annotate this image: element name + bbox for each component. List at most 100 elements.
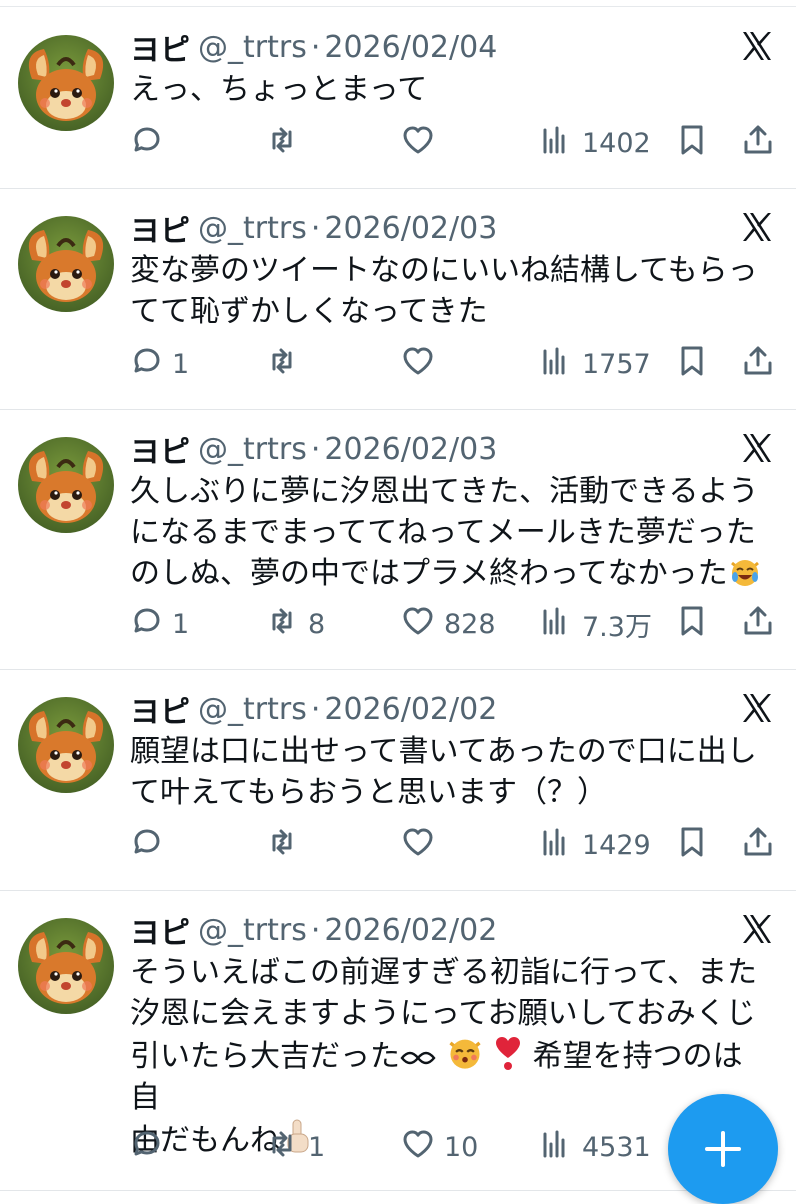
share-button[interactable]: [740, 823, 776, 867]
x-logo-icon: [740, 912, 774, 946]
separator-dot: ·: [310, 691, 321, 727]
bar-chart-icon: [538, 603, 574, 646]
tweet-header: ヨピ @_trtrs · 2026/02/02: [130, 908, 497, 952]
heart-icon: [400, 1126, 436, 1169]
retweet-arrows-icon: [264, 824, 300, 867]
bar-chart-icon: [538, 122, 574, 165]
tweet-actions: 1429: [0, 823, 796, 867]
tweet-actions: 1 8 828 7.3万: [0, 602, 796, 646]
share-button[interactable]: [740, 121, 776, 165]
views-button[interactable]: 1402: [538, 121, 651, 165]
x-logo-icon: [740, 691, 774, 725]
user-handle[interactable]: @_trtrs: [198, 30, 307, 65]
avatar[interactable]: [18, 437, 114, 533]
share-button[interactable]: [740, 342, 776, 386]
reply-button[interactable]: 1: [128, 602, 189, 646]
heart-icon: [400, 343, 436, 386]
retweet-arrows-icon: [264, 122, 300, 165]
views-button[interactable]: 7.3万: [538, 602, 652, 646]
reply-button[interactable]: [128, 121, 172, 165]
tweet-date[interactable]: 2026/02/03: [324, 211, 497, 246]
display-name[interactable]: ヨピ: [130, 687, 190, 731]
user-handle[interactable]: @_trtrs: [198, 692, 307, 727]
display-name[interactable]: ヨピ: [130, 908, 190, 952]
heart-icon: [400, 603, 436, 646]
tweet-text-line: そういえばこの前遅すぎる初詣に行って、また: [130, 955, 757, 990]
retweet-button[interactable]: [264, 342, 308, 386]
retweet-button[interactable]: [264, 823, 308, 867]
kissing-cat-emoji-icon: [448, 1039, 481, 1069]
heart-icon: [400, 122, 436, 165]
reply-count: 1: [172, 348, 190, 380]
tweet-body: 願望は口に出せって書いてあったので口に出し て叶えてもらおうと思います（？）: [130, 731, 770, 813]
compose-button[interactable]: [668, 1094, 778, 1204]
tweet-text-line: えっ、ちょっとまって: [130, 72, 428, 107]
like-count: 828: [444, 608, 496, 640]
bar-chart-icon: [538, 1126, 574, 1169]
reply-button[interactable]: [128, 823, 172, 867]
like-button[interactable]: 10: [400, 1125, 478, 1169]
tweet-date[interactable]: 2026/02/02: [324, 913, 497, 948]
speech-bubble-icon: [128, 343, 164, 386]
tweet-text-line: てて恥ずかしくなってきた: [130, 294, 488, 329]
like-button[interactable]: [400, 342, 444, 386]
tweet-actions: 1 1757: [0, 342, 796, 386]
bookmark-button[interactable]: [674, 602, 710, 646]
tweet-header: ヨピ @_trtrs · 2026/02/02: [130, 687, 497, 731]
view-count: 4531: [582, 1131, 651, 1163]
tweet-text-line: て叶えてもらおうと思います（？）: [130, 775, 607, 810]
display-name[interactable]: ヨピ: [130, 206, 190, 250]
view-count: 1402: [582, 127, 651, 159]
tweet-body: 変な夢のツイートなのにいいね結構してもらっ てて恥ずかしくなってきた: [130, 250, 770, 332]
reply-button[interactable]: [128, 1125, 172, 1169]
share-upload-icon: [740, 603, 776, 646]
user-handle[interactable]: @_trtrs: [198, 913, 307, 948]
user-handle[interactable]: @_trtrs: [198, 211, 307, 246]
share-upload-icon: [740, 824, 776, 867]
bookmark-button[interactable]: [674, 121, 710, 165]
retweet-arrows-icon: [264, 603, 300, 646]
retweet-count: 8: [308, 608, 326, 640]
top-divider: [0, 0, 796, 7]
tweet-text-line: のしぬ、夢の中ではプラメ終わってなかった: [130, 553, 770, 594]
tweet-date[interactable]: 2026/02/04: [324, 30, 497, 65]
views-button[interactable]: 4531: [538, 1125, 651, 1169]
share-button[interactable]: [740, 602, 776, 646]
view-count: 7.3万: [582, 611, 652, 643]
tweet-header: ヨピ @_trtrs · 2026/02/04: [130, 25, 497, 69]
tweet-date[interactable]: 2026/02/03: [324, 432, 497, 467]
tweet-date[interactable]: 2026/02/02: [324, 692, 497, 727]
views-button[interactable]: 1757: [538, 342, 651, 386]
like-button[interactable]: 828: [400, 602, 496, 646]
view-count: 1429: [582, 829, 651, 861]
avatar[interactable]: [18, 35, 114, 131]
bookmark-button[interactable]: [674, 823, 710, 867]
x-logo-icon: [740, 29, 774, 63]
bookmark-icon: [674, 603, 710, 646]
tweet-text-line: 引いたら大吉だった 希望を持つのは自: [130, 1034, 770, 1118]
display-name[interactable]: ヨピ: [130, 25, 190, 69]
separator-dot: ·: [310, 210, 321, 246]
bookmark-button[interactable]: [674, 342, 710, 386]
speech-bubble-icon: [128, 603, 164, 646]
retweet-count: 1: [308, 1131, 326, 1163]
avatar[interactable]: [18, 216, 114, 312]
like-button[interactable]: [400, 823, 444, 867]
speech-bubble-icon: [128, 1126, 164, 1169]
retweet-arrows-icon: [264, 1126, 300, 1169]
share-upload-icon: [740, 343, 776, 386]
avatar[interactable]: [18, 697, 114, 793]
retweet-button[interactable]: 8: [264, 602, 325, 646]
reply-button[interactable]: 1: [128, 342, 189, 386]
bookmark-icon: [674, 343, 710, 386]
exclamation-heart-emoji-icon: [496, 1037, 521, 1070]
user-handle[interactable]: @_trtrs: [198, 432, 307, 467]
like-button[interactable]: [400, 121, 444, 165]
retweet-button[interactable]: 1: [264, 1125, 325, 1169]
display-name[interactable]: ヨピ: [130, 427, 190, 471]
retweet-button[interactable]: [264, 121, 308, 165]
bookmark-icon: [674, 824, 710, 867]
tweet-body: 久しぶりに夢に汐恩出てきた、活動できるよう になるまでまっててねってメールきた夢だ…: [130, 471, 770, 594]
avatar[interactable]: [18, 918, 114, 1014]
views-button[interactable]: 1429: [538, 823, 651, 867]
